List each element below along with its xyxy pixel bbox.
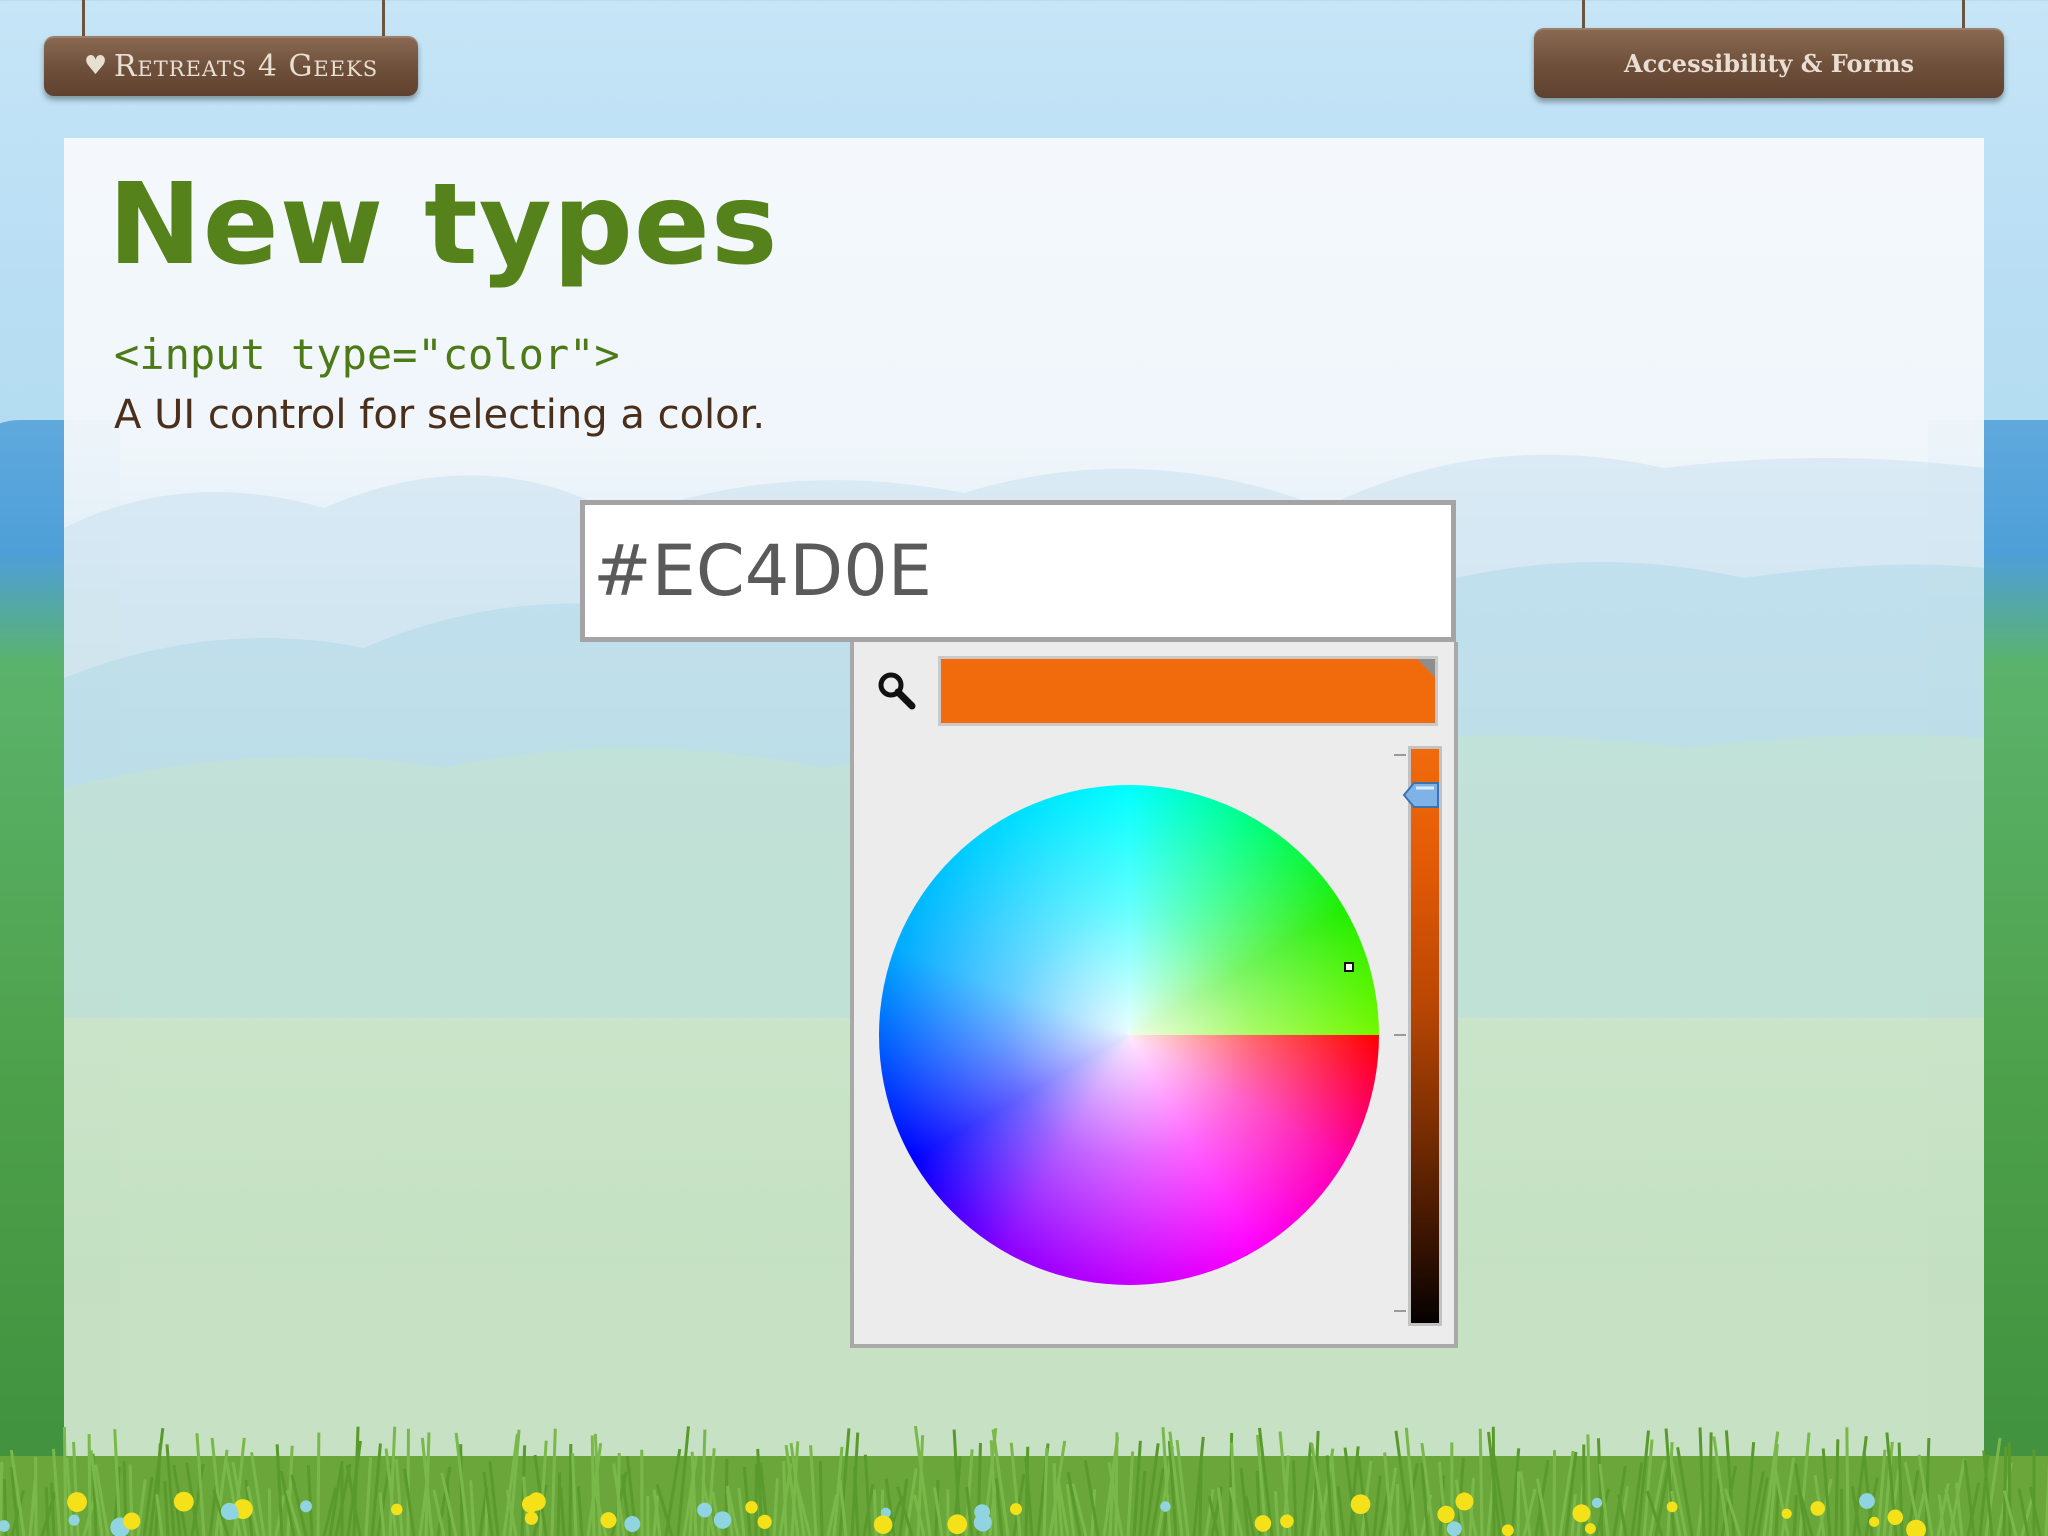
grass-blade: [87, 1434, 92, 1536]
grass-blade: [818, 1461, 824, 1536]
flower: [1810, 1501, 1825, 1516]
grass-blade: [1198, 1462, 1203, 1536]
grass-blade: [1834, 1439, 1840, 1536]
section-sign-label: Accessibility & Forms: [1623, 48, 1915, 78]
flower: [757, 1514, 772, 1530]
flower: [391, 1503, 403, 1516]
flower: [600, 1512, 617, 1529]
flower: [973, 1513, 992, 1532]
slider-tick: [1394, 754, 1406, 756]
section-sign: Accessibility & Forms: [1534, 28, 2004, 98]
flower: [1859, 1493, 1875, 1509]
code-snippet: <input type="color">: [114, 330, 620, 379]
flower: [1280, 1514, 1294, 1529]
flower: [300, 1500, 313, 1513]
grass-blade: [44, 1487, 50, 1536]
grass-blade: [556, 1472, 562, 1536]
flower: [1437, 1505, 1455, 1524]
flower: [1666, 1501, 1678, 1513]
flower: [1501, 1524, 1514, 1536]
grass-blade: [316, 1432, 321, 1536]
heart-icon: ♥: [83, 51, 109, 81]
flower: [1584, 1523, 1596, 1535]
flower: [524, 1511, 539, 1525]
grass-blade: [568, 1443, 573, 1536]
sign-rope: [82, 0, 85, 38]
flower: [745, 1501, 758, 1514]
grass-blade: [1478, 1428, 1484, 1536]
flower: [1572, 1504, 1591, 1523]
flower: [713, 1511, 732, 1529]
flower: [1455, 1492, 1474, 1511]
sign-rope: [1962, 0, 1965, 30]
flower: [1887, 1509, 1904, 1526]
grass-blade: [1516, 1471, 1521, 1536]
color-wheel[interactable]: [879, 785, 1379, 1285]
sign-rope: [382, 0, 385, 38]
brand-sign-label: Retreats 4 Geeks: [113, 48, 379, 84]
flower: [947, 1514, 968, 1535]
sign-rope: [1582, 0, 1585, 30]
flower: [228, 1509, 239, 1520]
flower: [527, 1492, 546, 1511]
flower: [624, 1516, 641, 1532]
color-hex-input[interactable]: #EC4D0E: [580, 500, 1456, 642]
flower: [873, 1515, 893, 1534]
grass-blade: [62, 1426, 68, 1536]
brightness-slider[interactable]: [1408, 746, 1442, 1326]
flower: [173, 1491, 194, 1512]
color-hex-value: #EC4D0E: [593, 530, 932, 612]
flower: [697, 1502, 713, 1518]
grass-blade: [267, 1488, 272, 1536]
flower: [1254, 1515, 1272, 1532]
flower: [123, 1512, 141, 1530]
flower: [1781, 1508, 1792, 1519]
brand-sign: ♥ Retreats 4 Geeks: [44, 36, 418, 96]
flower: [1010, 1503, 1022, 1516]
flower: [68, 1514, 80, 1526]
flower: [67, 1492, 87, 1512]
color-wheel-marker[interactable]: [1344, 962, 1354, 972]
flower: [1446, 1521, 1462, 1536]
color-picker-popup: [850, 642, 1458, 1348]
slider-tick: [1394, 1310, 1406, 1312]
grass-blade: [1845, 1427, 1850, 1536]
grass-blade: [1586, 1434, 1592, 1536]
magnifier-icon[interactable]: [876, 670, 916, 710]
grass-blade: [1552, 1450, 1557, 1536]
grass-blade: [1052, 1463, 1058, 1536]
flower: [1591, 1497, 1603, 1509]
slide-description: A UI control for selecting a color.: [114, 392, 766, 438]
grass-decoration: [0, 1425, 2048, 1536]
grass-blade: [1114, 1432, 1119, 1536]
slider-tick: [1394, 1034, 1406, 1036]
grass-blade: [1708, 1432, 1713, 1536]
slide-title: New types: [108, 160, 779, 290]
flower: [1350, 1494, 1371, 1515]
selected-color-swatch: [938, 656, 1438, 726]
flower: [1869, 1516, 1880, 1527]
flower: [1160, 1501, 1171, 1512]
grass-blade: [2007, 1442, 2012, 1536]
slider-thumb-icon[interactable]: [1402, 780, 1442, 810]
